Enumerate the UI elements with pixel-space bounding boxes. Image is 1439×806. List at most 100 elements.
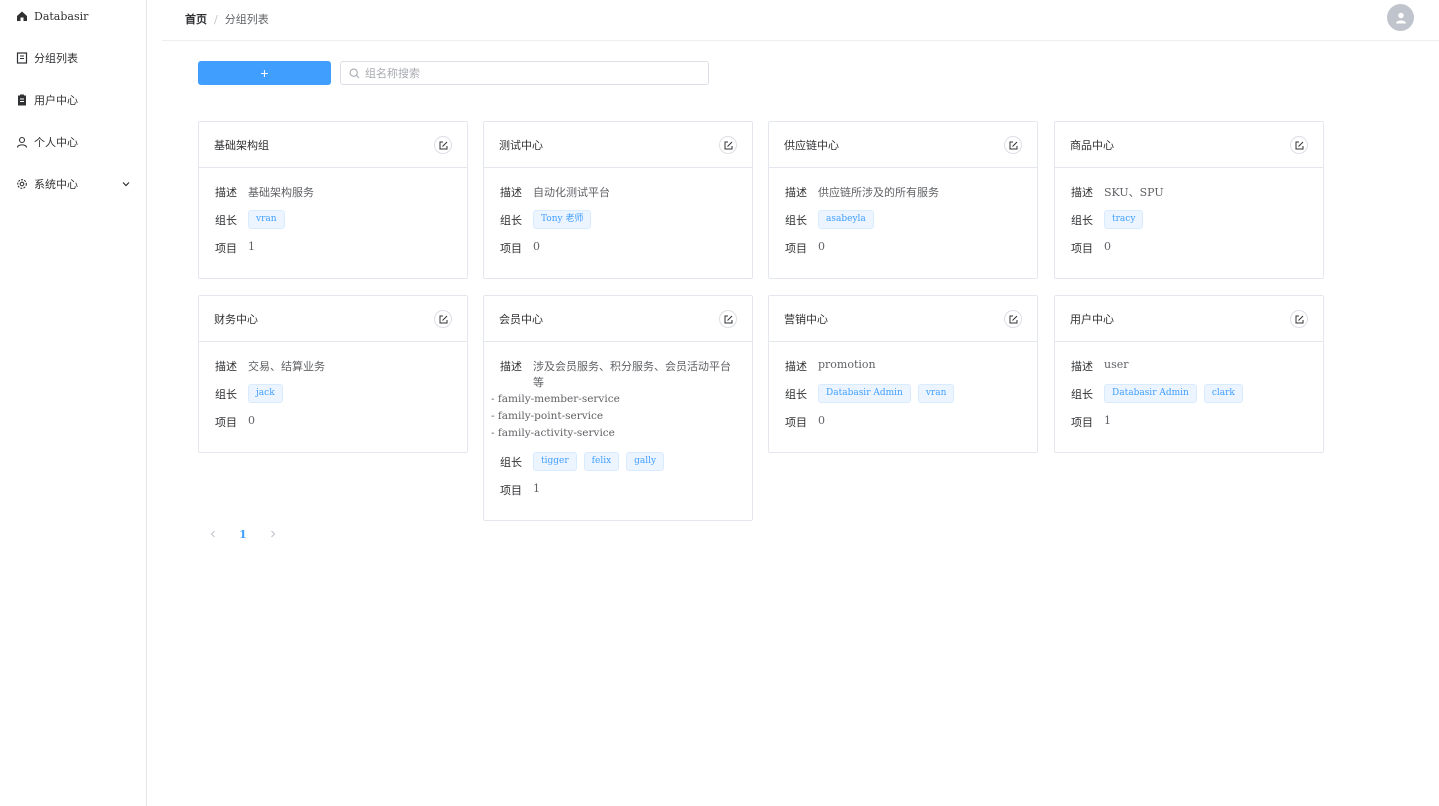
edit-button[interactable] xyxy=(719,136,737,154)
notebook-icon xyxy=(15,52,28,65)
group-card[interactable]: 测试中心 描述 自动化测试平台 组长 Tony 老师 项目 0 xyxy=(483,121,753,279)
leader-tag: vran xyxy=(248,210,285,229)
leader-tag: clark xyxy=(1203,384,1243,403)
leader-label: 组长 xyxy=(500,455,522,469)
description-value: promotion xyxy=(818,358,876,371)
description-value: 自动化测试平台 xyxy=(533,186,610,199)
sidebar-item-users[interactable]: 用户中心 xyxy=(0,85,146,115)
card-title: 财务中心 xyxy=(214,312,258,326)
next-page-button[interactable] xyxy=(258,530,288,538)
search-input[interactable] xyxy=(365,66,695,80)
group-card[interactable]: 基础架构组 描述 基础架构服务 组长 vran 项目 1 xyxy=(198,121,468,279)
edit-icon xyxy=(439,141,447,149)
leader-label: 组长 xyxy=(215,387,237,401)
leader-tag: asabeyla xyxy=(818,210,874,229)
leader-row: 组长 tracy xyxy=(1071,210,1307,229)
project-row: 项目 0 xyxy=(785,414,1021,452)
card-header: 财务中心 xyxy=(199,296,467,342)
leader-tag: Databasir Admin xyxy=(1104,384,1197,403)
group-card[interactable]: 财务中心 描述 交易、结算业务 组长 jack 项目 0 xyxy=(198,295,468,453)
edit-button[interactable] xyxy=(434,310,452,328)
edit-icon xyxy=(1009,141,1017,149)
sidebar-item-label: 分组列表 xyxy=(34,52,78,65)
project-count: 0 xyxy=(533,240,540,253)
project-row: 项目 1 xyxy=(1071,414,1307,452)
leader-tags: jack xyxy=(248,384,290,403)
edit-icon xyxy=(439,315,447,323)
edit-icon xyxy=(1295,315,1303,323)
description-value: 基础架构服务 xyxy=(248,186,314,199)
leader-row: 组长 Databasir Admin clark xyxy=(1071,384,1307,403)
group-card[interactable]: 供应链中心 描述 供应链所涉及的所有服务 组长 asabeyla 项目 0 xyxy=(768,121,1038,279)
leader-row: 组长 asabeyla xyxy=(785,210,1021,229)
sidebar: Databasir 分组列表 用户中心 个人中心 系统中心 xyxy=(0,0,147,806)
card-body: 描述 交易、结算业务 组长 jack 项目 0 xyxy=(199,342,467,452)
project-count: 0 xyxy=(818,414,825,427)
edit-button[interactable] xyxy=(1004,310,1022,328)
project-row: 项目 1 xyxy=(215,240,451,278)
leader-label: 组长 xyxy=(215,213,237,227)
card-title: 基础架构组 xyxy=(214,138,269,152)
page-number[interactable]: 1 xyxy=(228,528,258,541)
prev-page-button[interactable] xyxy=(198,530,228,538)
chevron-down-icon[interactable] xyxy=(121,178,131,188)
edit-icon xyxy=(724,141,732,149)
description-row: 描述 自动化测试平台 xyxy=(500,184,736,200)
card-title: 用户中心 xyxy=(1070,312,1114,326)
card-title: 测试中心 xyxy=(499,138,543,152)
project-row: 项目 1 xyxy=(500,482,736,520)
edit-button[interactable] xyxy=(434,136,452,154)
chevron-left-icon xyxy=(210,530,215,538)
description-row: 描述 promotion xyxy=(785,358,1021,374)
edit-button[interactable] xyxy=(719,310,737,328)
card-header: 供应链中心 xyxy=(769,122,1037,168)
description-value: 交易、结算业务 xyxy=(248,360,325,373)
sidebar-item-home[interactable]: Databasir xyxy=(0,1,146,31)
group-card[interactable]: 营销中心 描述 promotion 组长 Databasir Admin vran… xyxy=(768,295,1038,453)
leader-tags: tigger felix gally xyxy=(533,452,671,471)
card-title: 商品中心 xyxy=(1070,138,1114,152)
project-row: 项目 0 xyxy=(1071,240,1307,278)
edit-button[interactable] xyxy=(1290,310,1308,328)
pagination: 1 xyxy=(198,524,288,544)
description-row: 描述 基础架构服务 xyxy=(215,184,451,200)
project-label: 项目 xyxy=(500,242,522,255)
edit-icon xyxy=(724,315,732,323)
project-row: 项目 0 xyxy=(785,240,1021,278)
leader-row: 组长 Databasir Admin vran xyxy=(785,384,1021,403)
description-value: 涉及会员服务、积分服务、会员活动平台等 xyxy=(533,360,731,389)
home-icon xyxy=(15,10,28,23)
breadcrumb-home[interactable]: 首页 xyxy=(185,11,207,27)
edit-button[interactable] xyxy=(1004,136,1022,154)
leader-tags: tracy xyxy=(1104,210,1150,229)
edit-button[interactable] xyxy=(1290,136,1308,154)
gear-icon xyxy=(15,178,28,191)
chevron-right-icon xyxy=(271,530,276,538)
leader-tags: Databasir Admin clark xyxy=(1104,384,1250,403)
add-group-button[interactable]: + xyxy=(198,61,331,85)
sidebar-item-label: 个人中心 xyxy=(34,136,78,149)
group-card[interactable]: 会员中心 描述 涉及会员服务、积分服务、会员活动平台等 - family-mem… xyxy=(483,295,753,521)
description-row: 描述 涉及会员服务、积分服务、会员活动平台等 xyxy=(500,358,736,390)
sidebar-item-groups[interactable]: 分组列表 xyxy=(0,43,146,73)
card-body: 描述 自动化测试平台 组长 Tony 老师 项目 0 xyxy=(484,168,752,278)
sidebar-item-profile[interactable]: 个人中心 xyxy=(0,127,146,157)
description-label: 描述 xyxy=(1071,186,1093,199)
description-label: 描述 xyxy=(785,186,807,199)
sidebar-item-label: 系统中心 xyxy=(34,178,78,191)
project-count: 0 xyxy=(818,240,825,253)
description-extra: - family-member-service - family-point-s… xyxy=(491,393,620,439)
project-row: 项目 0 xyxy=(500,240,736,278)
description-row: 描述 user xyxy=(1071,358,1307,374)
sidebar-item-system[interactable]: 系统中心 xyxy=(0,169,146,199)
group-card[interactable]: 商品中心 描述 SKU、SPU 组长 tracy 项目 0 xyxy=(1054,121,1324,279)
group-card[interactable]: 用户中心 描述 user 组长 Databasir Admin clark 项目 … xyxy=(1054,295,1324,453)
card-body: 描述 promotion 组长 Databasir Admin vran 项目 0 xyxy=(769,342,1037,452)
project-label: 项目 xyxy=(1071,416,1093,429)
card-title: 营销中心 xyxy=(784,312,828,326)
project-count: 0 xyxy=(248,414,255,427)
card-title: 会员中心 xyxy=(499,312,543,326)
description-row: 描述 供应链所涉及的所有服务 xyxy=(785,184,1021,200)
leader-tags: Databasir Admin vran xyxy=(818,384,961,403)
avatar[interactable] xyxy=(1387,4,1414,31)
